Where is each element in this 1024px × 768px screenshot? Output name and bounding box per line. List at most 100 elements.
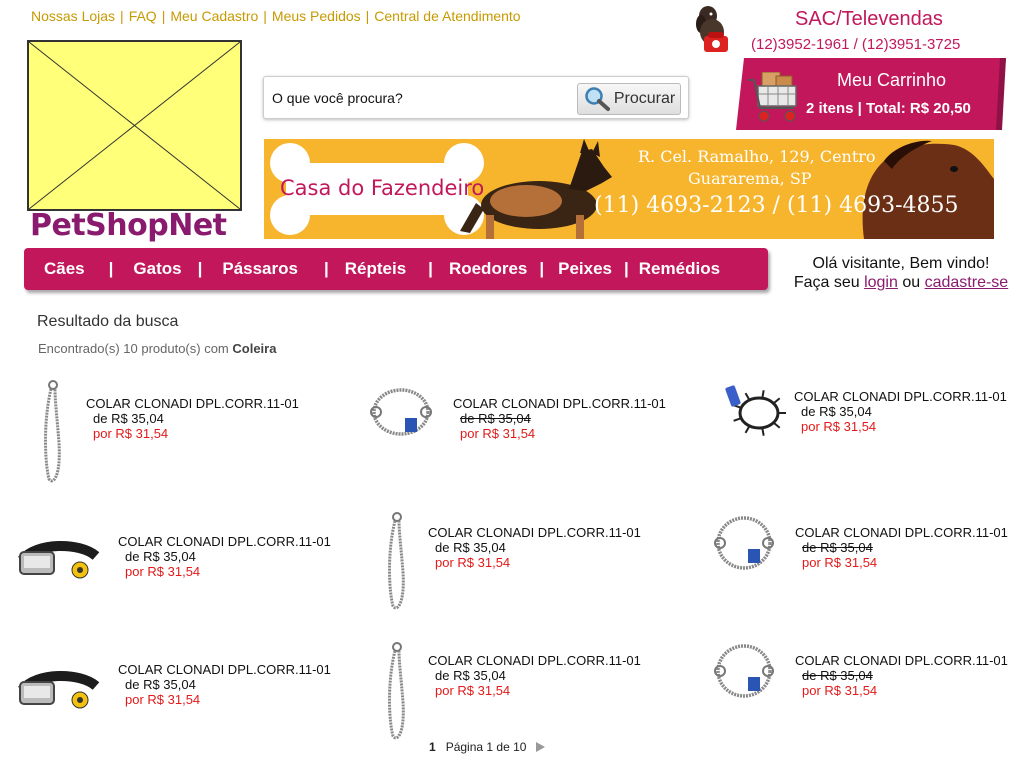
signup-link[interactable]: cadastre-se [925, 274, 1009, 291]
smart-collar-icon [18, 671, 100, 709]
product-name[interactable]: COLAR CLONADI DPL.CORR.11-01 [795, 653, 1008, 668]
cart-summary: 2 itens | Total: R$ 20,50 [806, 100, 971, 117]
product-old-price: de R$ 35,04 [125, 677, 196, 692]
choke-chain-round-icon [714, 644, 774, 698]
product-name[interactable]: COLAR CLONADI DPL.CORR.11-01 [428, 525, 641, 540]
link-central-atendimento[interactable]: Central de Atendimento [374, 8, 520, 24]
product-sale-price: por R$ 31,54 [460, 426, 536, 441]
product-name[interactable]: COLAR CLONADI DPL.CORR.11-01 [795, 525, 1008, 540]
welcome-prefix: Faça seu [793, 274, 860, 291]
nav-item-caes[interactable]: Cães [44, 259, 85, 279]
choke-chain-round-icon [370, 388, 432, 436]
welcome-box: Olá visitante, Bem vindo! Faça seu login… [783, 254, 1019, 292]
banner-store-name: Casa do Fazendeiro [280, 176, 485, 200]
magnifier-icon [585, 87, 610, 111]
page-current[interactable]: 1 [429, 740, 436, 754]
link-separator: | [365, 8, 370, 24]
product-sale-price: por R$ 31,54 [435, 683, 511, 698]
nav-separator: | [323, 259, 329, 278]
product-name[interactable]: COLAR CLONADI DPL.CORR.11-01 [794, 389, 1007, 404]
cart-widget[interactable]: Meu Carrinho 2 itens | Total: R$ 20,50 [736, 58, 1006, 130]
broken-image-icon [29, 42, 240, 209]
pagination: 1 Página 1 de 10 [429, 740, 546, 754]
welcome-greeting: Olá visitante, Bem vindo! [812, 255, 990, 272]
nav-separator: | [428, 259, 433, 278]
product-sale-price: por R$ 31,54 [93, 426, 169, 441]
banner-address-line1: R. Cel. Ramalho, 129, Centro [638, 147, 876, 166]
link-meu-cadastro[interactable]: Meu Cadastro [170, 8, 258, 24]
link-separator: | [161, 8, 166, 24]
link-separator: | [120, 8, 124, 24]
product-sale-price: por R$ 31,54 [802, 555, 878, 570]
welcome-or: ou [902, 274, 921, 291]
product-old-price: de R$ 35,04 [460, 411, 531, 426]
product-name[interactable]: COLAR CLONADI DPL.CORR.11-01 [118, 534, 331, 549]
product-name[interactable]: COLAR CLONADI DPL.CORR.11-01 [118, 662, 331, 677]
product-name[interactable]: COLAR CLONADI DPL.CORR.11-01 [86, 396, 299, 411]
nav-item-remedios[interactable]: Remédios [639, 259, 720, 279]
product-sale-price: por R$ 31,54 [125, 692, 201, 707]
choke-chain-round-icon [714, 516, 774, 570]
choke-chain-long-icon [388, 642, 405, 740]
product-sale-price: por R$ 31,54 [801, 419, 877, 434]
product-name[interactable]: COLAR CLONADI DPL.CORR.11-01 [428, 653, 641, 668]
product-image[interactable] [38, 380, 68, 490]
product-image[interactable] [712, 512, 776, 579]
login-link[interactable]: login [864, 274, 898, 291]
nav-item-roedores[interactable]: Roedores [449, 259, 527, 279]
banner-address-line2: Guararema, SP [688, 169, 812, 188]
banner-phones: (11) 4693-2123 / (11) 4693-4855 [594, 193, 959, 218]
link-faq[interactable]: FAQ [129, 8, 157, 24]
link-separator: | [263, 8, 267, 24]
product-image[interactable] [382, 512, 412, 617]
search-box: O que você procura? Procurar [263, 76, 689, 119]
shopping-cart-icon [748, 72, 797, 122]
product-image[interactable] [16, 656, 100, 721]
nav-item-repteis[interactable]: Répteis [345, 259, 406, 279]
search-button[interactable]: Procurar [577, 83, 681, 115]
results-count: Encontrado(s) 10 produto(s) com Coleira [38, 341, 276, 356]
welcome-login-line: Faça seu login ou cadastre-se [783, 273, 1019, 292]
results-title: Resultado da busca [37, 313, 179, 330]
next-page-arrow-icon[interactable] [536, 742, 546, 752]
nav-separator: | [539, 259, 545, 278]
link-meus-pedidos[interactable]: Meus Pedidos [272, 8, 361, 24]
category-nav: Cães | Gatos | Pássaros | Répteis | Roed… [24, 248, 768, 290]
store-banner[interactable]: Casa do Fazendeiro R. Cel. Ramalho, 129,… [264, 139, 994, 239]
product-old-price: de R$ 35,04 [435, 668, 506, 683]
search-button-label: Procurar [613, 90, 676, 107]
nav-item-gatos[interactable]: Gatos [133, 259, 181, 279]
search-query: Coleira [232, 341, 277, 356]
cart-title: Meu Carrinho [837, 70, 947, 90]
product-old-price: de R$ 35,04 [435, 540, 506, 555]
search-label[interactable]: O que você procura? [272, 90, 403, 106]
product-image[interactable] [16, 526, 100, 591]
smart-collar-icon [18, 541, 100, 579]
page-info: Página 1 de 10 [445, 740, 527, 754]
sac-phones: (12)3952-1961 / (12)3951-3725 [751, 36, 961, 53]
product-image[interactable] [382, 642, 412, 747]
results-count-text: Encontrado(s) 10 produto(s) com [38, 341, 229, 356]
nav-separator: | [108, 259, 114, 278]
product-image[interactable] [368, 384, 434, 445]
product-old-price: de R$ 35,04 [802, 540, 873, 555]
product-name[interactable]: COLAR CLONADI DPL.CORR.11-01 [453, 396, 666, 411]
product-sale-price: por R$ 31,54 [125, 564, 201, 579]
logo-placeholder[interactable] [27, 40, 242, 211]
product-image[interactable] [724, 378, 786, 445]
product-old-price: de R$ 35,04 [125, 549, 196, 564]
product-sale-price: por R$ 31,54 [435, 555, 511, 570]
product-old-price: de R$ 35,04 [801, 404, 872, 419]
choke-chain-long-icon [44, 380, 61, 483]
nav-item-passaros[interactable]: Pássaros [222, 259, 298, 279]
product-old-price: de R$ 35,04 [802, 668, 873, 683]
brand-logo-text[interactable]: PetShopNet [30, 208, 227, 243]
nav-separator: | [624, 259, 629, 278]
product-old-price: de R$ 35,04 [93, 411, 164, 426]
prong-collar-icon [725, 385, 786, 436]
choke-chain-long-icon [388, 512, 405, 610]
nav-item-peixes[interactable]: Peixes [558, 259, 612, 279]
product-image[interactable] [712, 640, 776, 707]
nav-separator: | [197, 259, 203, 278]
link-nossas-lojas[interactable]: Nossas Lojas [31, 8, 115, 24]
